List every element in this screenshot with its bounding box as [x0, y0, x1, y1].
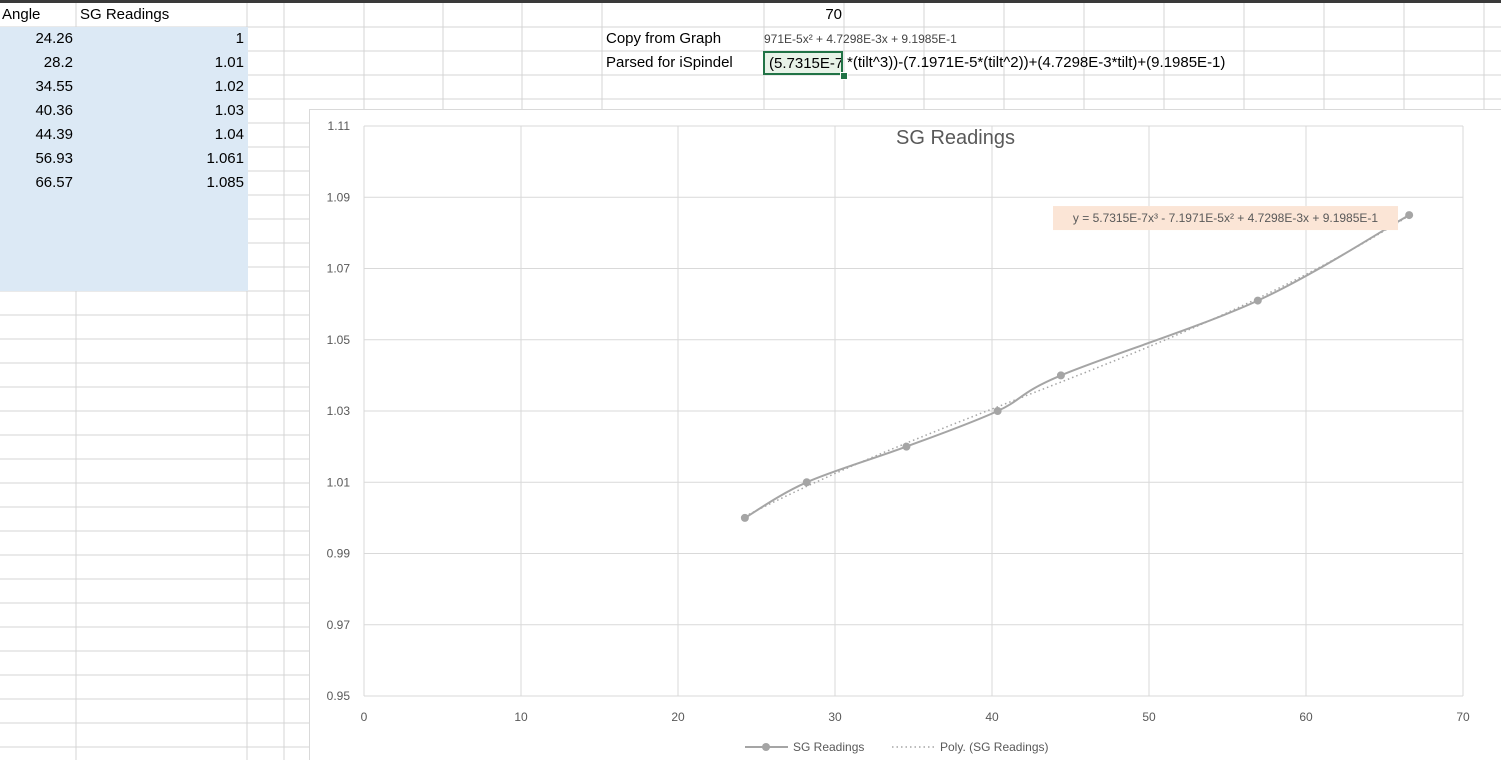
- cell-sg-reading[interactable]: 1: [77, 27, 244, 51]
- parsed-formula-overflow: *(tilt^3))-(7.1971E-5*(tilt^2))+(4.7298E…: [847, 54, 1226, 71]
- chart-title[interactable]: SG Readings: [896, 127, 1015, 149]
- cell-sg-reading[interactable]: 1.03: [77, 99, 244, 123]
- cell-top-value[interactable]: 70: [765, 3, 842, 27]
- trendline-equation-label: y = 5.7315E-7x³ - 7.1971E-5x² + 4.7298E-…: [1073, 211, 1379, 225]
- y-tick-label: 0.95: [327, 689, 351, 703]
- y-tick-label: 1.05: [327, 333, 351, 347]
- cell-angle[interactable]: 66.57: [0, 171, 73, 195]
- data-point[interactable]: [802, 478, 811, 487]
- cell-angle[interactable]: 44.39: [0, 123, 73, 147]
- legend-series-label[interactable]: SG Readings: [793, 740, 864, 754]
- y-tick-label: 1.09: [327, 190, 351, 204]
- data-point[interactable]: [902, 442, 911, 451]
- x-tick-label: 70: [1456, 710, 1470, 724]
- cell-sg-reading[interactable]: 1.061: [77, 147, 244, 171]
- cell-sg-reading[interactable]: 1.04: [77, 123, 244, 147]
- series-line-sg-readings[interactable]: [744, 214, 1410, 519]
- header-angle[interactable]: Angle: [2, 3, 40, 27]
- copy-from-graph-value[interactable]: 971E-5x² + 4.7298E-3x + 9.1985E-1: [764, 27, 957, 51]
- x-tick-label: 0: [361, 710, 368, 724]
- x-tick-label: 40: [985, 710, 999, 724]
- cell-angle[interactable]: 24.26: [0, 27, 73, 51]
- data-point[interactable]: [993, 407, 1002, 415]
- cell-sg-reading[interactable]: 1.01: [77, 51, 244, 75]
- legend-series-marker: [762, 743, 770, 751]
- active-cell-text: (5.7315E-7: [769, 55, 843, 72]
- polynomial-trendline[interactable]: [744, 214, 1410, 518]
- x-tick-label: 10: [514, 710, 528, 724]
- legend-trendline-label[interactable]: Poly. (SG Readings): [940, 740, 1049, 754]
- data-point[interactable]: [1253, 296, 1262, 305]
- data-point[interactable]: [740, 513, 749, 522]
- cell-sg-reading[interactable]: 1.02: [77, 75, 244, 99]
- y-tick-label: 1.01: [327, 475, 351, 489]
- sg-readings-chart[interactable]: 1.11 1.09 1.07 1.05 1.03 1.01 0.99 0.97 0.95 0 10 2…: [310, 110, 1501, 760]
- y-tick-label: 1.11: [328, 119, 351, 133]
- y-tick-label: 1.07: [327, 262, 351, 276]
- header-sg-readings[interactable]: SG Readings: [80, 3, 169, 27]
- cell-angle[interactable]: 28.2: [0, 51, 73, 75]
- copy-from-graph-label[interactable]: Copy from Graph: [606, 27, 721, 51]
- active-cell[interactable]: (5.7315E-7: [763, 51, 843, 75]
- y-tick-label: 0.99: [327, 547, 351, 561]
- y-tick-label: 0.97: [327, 618, 351, 632]
- y-tick-label: 1.03: [327, 404, 351, 418]
- data-point[interactable]: [1405, 211, 1414, 220]
- x-tick-label: 60: [1299, 710, 1313, 724]
- cell-angle[interactable]: 34.55: [0, 75, 73, 99]
- x-tick-label: 20: [671, 710, 685, 724]
- cell-sg-reading[interactable]: 1.085: [77, 171, 244, 195]
- parsed-for-ispindel-label[interactable]: Parsed for iSpindel: [606, 51, 733, 75]
- cell-angle[interactable]: 40.36: [0, 99, 73, 123]
- cell-angle[interactable]: 56.93: [0, 147, 73, 171]
- data-point[interactable]: [1056, 371, 1065, 380]
- x-tick-label: 50: [1142, 710, 1156, 724]
- chart-panel[interactable]: 1.11 1.09 1.07 1.05 1.03 1.01 0.99 0.97 0.95 0 10 2…: [309, 109, 1501, 760]
- x-tick-label: 30: [828, 710, 842, 724]
